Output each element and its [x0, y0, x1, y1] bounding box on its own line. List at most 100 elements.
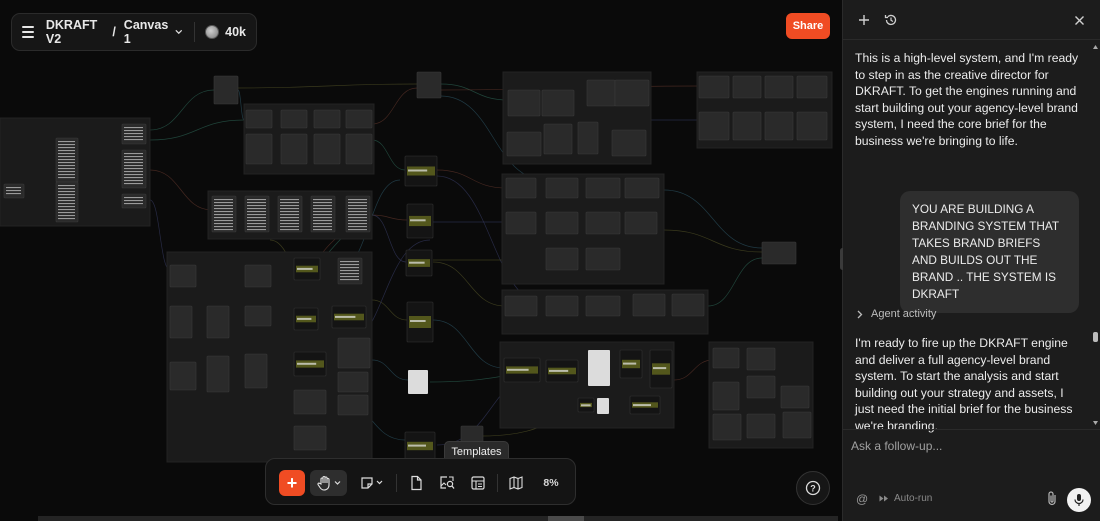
graph-node[interactable] — [545, 247, 579, 271]
graph-node[interactable] — [541, 89, 575, 117]
graph-node[interactable] — [213, 75, 239, 105]
paperclip-icon[interactable] — [1046, 490, 1058, 511]
graph-node[interactable] — [671, 293, 705, 317]
templates-button[interactable] — [466, 470, 490, 496]
sticky-note-button[interactable] — [356, 470, 388, 496]
graph-node[interactable] — [313, 133, 341, 165]
zoom-level[interactable]: 8% — [536, 470, 566, 496]
graph-node[interactable] — [764, 75, 794, 99]
graph-node[interactable] — [614, 79, 650, 107]
graph-node[interactable] — [416, 71, 442, 99]
followup-input[interactable] — [851, 436, 1087, 456]
graph-node[interactable] — [337, 371, 369, 393]
close-icon[interactable] — [1070, 11, 1088, 29]
graph-node[interactable] — [293, 425, 327, 451]
canvas[interactable]: DKRAFT V2 / Canvas 1 40k Share Templates… — [0, 0, 842, 521]
graph-node[interactable] — [244, 353, 268, 389]
graph-node[interactable] — [505, 177, 537, 199]
graph-node[interactable] — [732, 111, 762, 141]
graph-node[interactable] — [585, 177, 621, 199]
svg-text:?: ? — [810, 484, 816, 494]
graph-node[interactable] — [732, 75, 762, 99]
graph-node[interactable] — [545, 295, 579, 317]
map-icon — [509, 476, 523, 490]
graph-node[interactable] — [611, 129, 647, 157]
minimap-button[interactable] — [504, 470, 528, 496]
graph-node[interactable] — [761, 241, 797, 265]
hand-icon — [316, 475, 340, 491]
graph-node[interactable] — [280, 133, 308, 165]
graph-node[interactable] — [597, 398, 609, 414]
graph-node[interactable] — [577, 121, 599, 155]
graph-node[interactable] — [624, 177, 660, 199]
credits-badge[interactable]: 40k — [205, 25, 246, 39]
microphone-button[interactable] — [1067, 488, 1091, 512]
graph-node[interactable] — [543, 123, 573, 155]
graph-node[interactable] — [764, 111, 794, 141]
history-icon[interactable] — [882, 11, 900, 29]
add-button[interactable]: + — [279, 470, 305, 496]
chat-scrollbar[interactable] — [1093, 44, 1098, 428]
project-titlebar: DKRAFT V2 / Canvas 1 40k — [11, 13, 257, 51]
scrollbar-thumb[interactable] — [548, 516, 584, 521]
graph-node[interactable] — [545, 211, 579, 235]
graph-node[interactable] — [545, 177, 579, 199]
share-button[interactable]: Share — [786, 13, 830, 39]
graph-node[interactable] — [505, 211, 537, 235]
node-group[interactable] — [499, 341, 675, 429]
graph-node[interactable] — [585, 211, 621, 235]
graph-node[interactable] — [624, 211, 658, 235]
graph-node[interactable] — [280, 109, 308, 129]
agent-activity-toggle[interactable]: Agent activity — [857, 308, 936, 320]
graph-node[interactable] — [780, 385, 810, 409]
graph-node[interactable] — [796, 75, 828, 99]
graph-node[interactable] — [293, 389, 327, 415]
graph-node[interactable] — [244, 305, 272, 327]
graph-node[interactable] — [796, 111, 828, 141]
graph-node[interactable] — [408, 370, 428, 394]
scrollbar-thumb[interactable] — [1093, 332, 1098, 342]
graph-node[interactable] — [698, 111, 730, 141]
graph-node[interactable] — [586, 79, 616, 107]
plus-icon[interactable] — [855, 11, 873, 29]
auto-run-toggle[interactable]: Auto-run — [879, 493, 932, 504]
graph-node[interactable] — [244, 264, 272, 288]
graph-node[interactable] — [337, 394, 369, 416]
image-search-button[interactable] — [435, 470, 459, 496]
graph-node[interactable] — [245, 109, 273, 129]
horizontal-scrollbar[interactable] — [38, 516, 838, 521]
graph-node[interactable] — [245, 133, 273, 165]
graph-node[interactable] — [746, 347, 776, 371]
graph-node[interactable] — [506, 131, 542, 157]
graph-node[interactable] — [313, 109, 341, 129]
graph-node[interactable] — [337, 337, 371, 369]
graph-node[interactable] — [169, 361, 197, 391]
menu-icon[interactable] — [22, 26, 34, 38]
graph-node[interactable] — [698, 75, 730, 99]
graph-node[interactable] — [169, 305, 193, 339]
graph-node[interactable] — [712, 413, 742, 441]
graph-node[interactable] — [345, 133, 373, 165]
project-name[interactable]: DKRAFT V2 — [46, 18, 105, 46]
graph-node[interactable] — [746, 413, 776, 439]
graph-node[interactable] — [782, 411, 812, 439]
graph-node[interactable] — [746, 375, 776, 399]
graph-node[interactable] — [588, 350, 610, 386]
canvas-selector[interactable]: Canvas 1 — [124, 18, 182, 46]
graph-node[interactable] — [585, 295, 621, 317]
document-button[interactable] — [404, 470, 428, 496]
graph-node[interactable] — [632, 293, 666, 317]
graph-node[interactable] — [206, 305, 230, 339]
node-graph[interactable] — [0, 0, 842, 521]
graph-node[interactable] — [345, 109, 373, 129]
help-button[interactable]: ? — [796, 471, 830, 505]
graph-node[interactable] — [504, 295, 538, 317]
graph-node[interactable] — [712, 347, 740, 369]
graph-node[interactable] — [507, 89, 541, 117]
mention-button[interactable]: @ — [856, 492, 868, 506]
graph-node[interactable] — [169, 264, 197, 288]
graph-node[interactable] — [712, 381, 740, 411]
graph-node[interactable] — [206, 355, 230, 393]
hand-tool-button[interactable] — [310, 470, 347, 496]
graph-node[interactable] — [585, 247, 621, 271]
